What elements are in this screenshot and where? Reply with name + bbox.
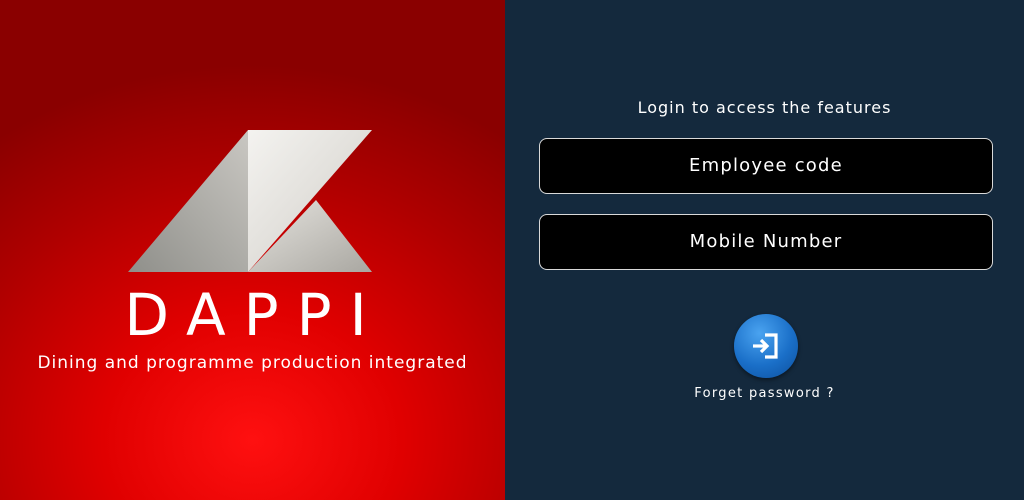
login-enter-icon [753,333,778,359]
login-panel: Login to access the features Employee co… [505,0,1024,500]
forget-password-link[interactable]: Forget password ? [505,386,1024,401]
brand-name: DAPPI [124,281,385,349]
mobile-number-placeholder: Mobile Number [689,231,843,252]
login-heading: Login to access the features [637,98,892,117]
dappi-logo-icon [128,130,372,272]
brand-panel: DAPPI Dining and programme production in… [0,0,505,500]
brand-tagline: Dining and programme production integrat… [37,353,468,373]
mobile-number-field[interactable]: Mobile Number [539,214,993,270]
employee-code-placeholder: Employee code [689,155,843,176]
login-button[interactable] [734,314,798,378]
employee-code-field[interactable]: Employee code [539,138,993,194]
